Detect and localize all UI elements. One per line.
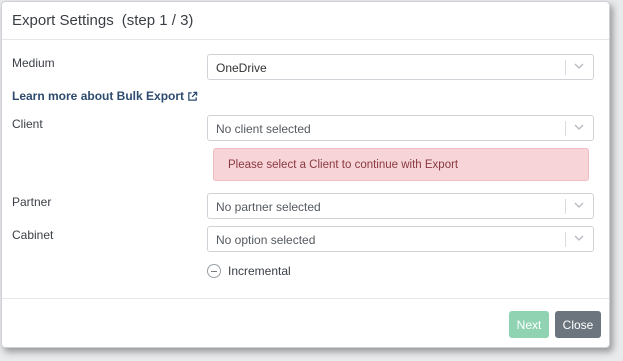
export-settings-dialog: Export Settings (step 1 / 3) Medium OneDr… [1, 1, 610, 348]
incremental-toggle[interactable]: Incremental [207, 264, 291, 278]
medium-label: Medium [12, 56, 55, 70]
chevron-down-icon[interactable] [574, 124, 584, 131]
chevron-down-icon[interactable] [574, 63, 584, 70]
cabinet-select[interactable]: No option selected [207, 226, 594, 252]
partner-value: No partner selected [216, 200, 321, 214]
select-separator [565, 232, 566, 247]
medium-value: OneDrive [216, 61, 267, 75]
select-separator [565, 60, 566, 75]
client-select[interactable]: No client selected [207, 115, 594, 141]
select-separator [565, 121, 566, 136]
cabinet-value: No option selected [216, 233, 316, 247]
client-label: Client [12, 117, 43, 131]
dialog-footer: Next Close [2, 298, 609, 347]
learn-more-label: Learn more about Bulk Export [12, 89, 185, 103]
alert-text: Please select a Client to continue with … [228, 159, 459, 171]
select-separator [565, 199, 566, 214]
incremental-label: Incremental [228, 264, 291, 278]
partner-select[interactable]: No partner selected [207, 193, 594, 219]
dialog-header: Export Settings (step 1 / 3) [2, 2, 609, 40]
medium-select[interactable]: OneDrive [207, 54, 594, 80]
close-button[interactable]: Close [555, 311, 601, 338]
client-required-alert: Please select a Client to continue with … [213, 148, 589, 181]
next-button[interactable]: Next [509, 311, 549, 338]
partner-label: Partner [12, 195, 52, 209]
chevron-down-icon[interactable] [574, 202, 584, 209]
dialog-title: Export Settings (step 1 / 3) [12, 12, 193, 29]
client-value: No client selected [216, 122, 311, 136]
learn-more-link[interactable]: Learn more about Bulk Export [12, 89, 198, 103]
external-link-icon [188, 91, 198, 101]
dialog-title-text: Export Settings [12, 12, 114, 29]
toggle-indicator[interactable] [207, 264, 221, 278]
cabinet-label: Cabinet [12, 228, 54, 242]
chevron-down-icon[interactable] [574, 235, 584, 242]
step-indicator: (step 1 / 3) [121, 12, 194, 29]
